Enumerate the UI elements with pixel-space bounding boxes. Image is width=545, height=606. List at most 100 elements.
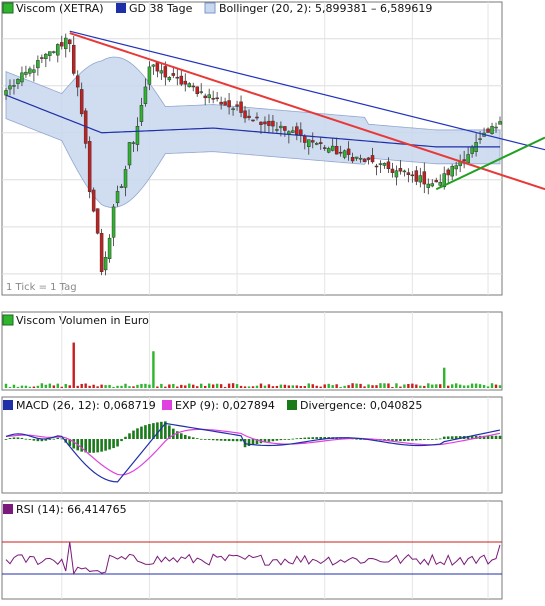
- candle-body: [271, 120, 275, 127]
- volume-bar: [80, 383, 83, 388]
- volume-bar: [383, 383, 386, 388]
- volume-bar: [20, 385, 24, 388]
- candle-body: [287, 131, 291, 135]
- candle-body: [155, 62, 160, 72]
- volume-bar: [160, 383, 163, 388]
- candle-body: [374, 165, 379, 168]
- divergence-bar: [415, 439, 418, 441]
- candle-body: [235, 104, 239, 107]
- volume-bar: [136, 384, 139, 388]
- volume-bar: [28, 386, 32, 388]
- candle-body: [75, 75, 80, 88]
- candle-body: [303, 136, 307, 143]
- candle-body: [311, 140, 315, 143]
- candle-body: [52, 51, 56, 53]
- volume-bar: [454, 383, 458, 388]
- volume-bar: [359, 383, 362, 388]
- volume-bar: [100, 384, 103, 388]
- volume-bar: [351, 383, 354, 388]
- volume-bar: [184, 385, 187, 388]
- candle-body: [307, 139, 311, 147]
- volume-bar: [395, 383, 398, 388]
- candle-body: [334, 146, 339, 155]
- divergence-bar: [287, 439, 291, 440]
- divergence-bar: [279, 439, 283, 441]
- legend-ma: GD 38 Tage: [129, 2, 193, 15]
- candle-body: [410, 174, 415, 177]
- divergence-bar: [430, 439, 434, 440]
- divergence-bar: [267, 439, 271, 442]
- candle-body: [362, 158, 367, 162]
- candle-body: [394, 170, 399, 178]
- candle-body: [195, 86, 199, 94]
- legend-macd-swatch: [3, 400, 13, 410]
- candle-body: [179, 75, 184, 85]
- candle-body: [462, 159, 466, 162]
- volume-bar: [4, 383, 8, 388]
- volume-bar: [478, 384, 482, 388]
- divergence-bar: [231, 439, 235, 442]
- volume-bar: [16, 386, 20, 388]
- candle-body: [259, 121, 263, 125]
- legend-ma-swatch: [116, 3, 126, 13]
- volume-bar: [327, 383, 330, 388]
- divergence-bar: [299, 437, 303, 439]
- volume-bar: [323, 384, 326, 388]
- candle-body: [163, 66, 168, 78]
- divergence-bar: [4, 439, 8, 440]
- volume-bar: [431, 384, 434, 388]
- divergence-bar: [179, 433, 183, 439]
- divergence-bar: [56, 437, 60, 439]
- volume-bar: [140, 383, 143, 388]
- volume-bar: [379, 383, 382, 388]
- candle-body: [430, 183, 435, 187]
- candle-body: [418, 175, 423, 183]
- divergence-bar: [52, 438, 56, 440]
- volume-bar: [207, 383, 211, 388]
- volume-bar: [120, 385, 123, 388]
- volume-bar: [219, 384, 223, 388]
- legend-volume: Viscom Volumen in Euro: [16, 314, 149, 327]
- volume-bar: [92, 384, 95, 388]
- volume-bar: [128, 386, 131, 388]
- candle-body: [314, 143, 319, 145]
- volume-bar: [462, 385, 466, 388]
- volume-bar: [279, 384, 283, 388]
- divergence-bar: [187, 436, 191, 439]
- divergence-bar: [104, 439, 107, 451]
- legend-signal: EXP (9): 0,027894: [175, 399, 275, 412]
- candle-body: [498, 121, 502, 125]
- stock-chart: Viscom (XETRA) GD 38 Tage Bollinger (20,…: [1, 1, 545, 600]
- candle-body: [71, 44, 76, 74]
- divergence-bar: [8, 438, 12, 439]
- volume-bar: [271, 386, 275, 388]
- volume-bar: [112, 386, 115, 388]
- volume-bar: [156, 386, 159, 388]
- volume-bar: [291, 385, 295, 388]
- volume-bar: [176, 386, 179, 388]
- divergence-bar: [399, 439, 402, 442]
- volume-bar: [108, 384, 111, 388]
- volume-bar: [72, 342, 75, 388]
- divergence-bar: [498, 435, 502, 439]
- candle-body: [56, 44, 60, 56]
- divergence-bar: [88, 439, 91, 453]
- volume-bar: [235, 384, 239, 388]
- divergence-bar: [403, 439, 406, 441]
- candle-body: [291, 130, 295, 133]
- volume-bar: [144, 383, 147, 388]
- divergence-bar: [183, 434, 187, 439]
- legend-price-swatch: [2, 2, 14, 14]
- divergence-bar: [132, 430, 135, 439]
- volume-bar: [335, 384, 338, 388]
- divergence-bar: [227, 439, 231, 442]
- volume-bar: [255, 385, 259, 388]
- volume-bar: [267, 384, 271, 388]
- volume-bar: [482, 385, 486, 388]
- candle-body: [330, 145, 335, 151]
- divergence-bar: [92, 439, 95, 453]
- volume-bar: [407, 383, 410, 388]
- volume-bar: [450, 384, 454, 388]
- volume-bar: [180, 384, 183, 388]
- candle-body: [414, 170, 419, 182]
